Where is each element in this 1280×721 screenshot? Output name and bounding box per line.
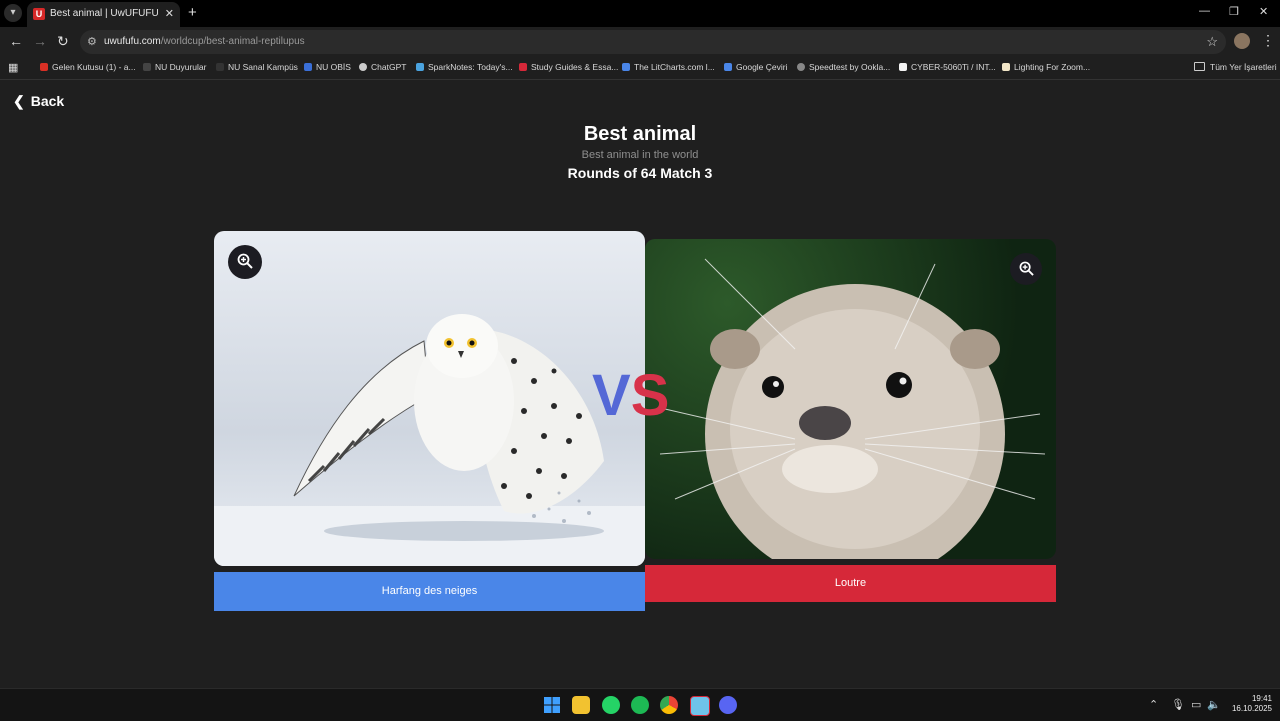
network-icon[interactable]: ▭ <box>1191 698 1201 711</box>
bookmark-item[interactable]: The LitCharts.com l... <box>622 62 715 72</box>
vs-letter-v: V <box>592 363 631 428</box>
windows-start-icon[interactable] <box>543 696 561 714</box>
back-label: Back <box>30 93 65 109</box>
bookmark-item[interactable]: NU OBİS <box>304 62 351 72</box>
bookmark-favicon-icon <box>304 63 312 71</box>
url-host: uwufufu.com <box>104 36 161 47</box>
tab-strip: ▾ U Best animal | UwUFUFU ✕ + — ❐ ✕ <box>0 0 1280 27</box>
bookmark-favicon-icon <box>359 63 367 71</box>
url-text[interactable]: uwufufu.com/worldcup/best-animal-reptilu… <box>104 36 305 47</box>
right-choice-button[interactable]: Loutre <box>645 565 1056 602</box>
browser-menu-icon[interactable]: ⋮ <box>1261 32 1275 49</box>
bookmark-favicon-icon <box>143 63 151 71</box>
folder-icon <box>1194 62 1205 71</box>
bookmark-favicon-icon <box>899 63 907 71</box>
bookmark-favicon-icon <box>519 63 527 71</box>
minimize-icon[interactable]: — <box>1199 5 1210 17</box>
discord-icon[interactable] <box>719 696 737 714</box>
bookmark-item[interactable]: Gelen Kutusu (1) - a... <box>40 62 136 72</box>
bookmark-favicon-icon <box>416 63 424 71</box>
url-path: /worldcup/best-animal-reptilupus <box>160 36 305 47</box>
zoom-in-icon[interactable] <box>1010 253 1042 285</box>
spotify-icon[interactable] <box>631 696 649 714</box>
address-bar[interactable]: ⚙ uwufufu.com/worldcup/best-animal-repti… <box>80 30 1226 54</box>
all-bookmarks-folder[interactable]: Tüm Yer İşaretleri <box>1194 62 1277 72</box>
bookmark-item[interactable]: CYBER-5060Ti / INT... <box>899 62 996 72</box>
file-explorer-icon[interactable] <box>572 696 590 714</box>
site-favicon-icon: U <box>33 8 45 20</box>
right-choice-image[interactable] <box>645 239 1056 559</box>
whatsapp-icon[interactable] <box>602 696 620 714</box>
page-title: Best animal <box>583 123 697 145</box>
volume-icon[interactable]: 🔈 <box>1207 698 1221 711</box>
new-tab-button[interactable]: + <box>188 5 197 20</box>
windows-taskbar: ⌃ 🎙 ▭ 🔈 19:41 16.10.2025 <box>0 688 1280 721</box>
bookmark-item[interactable]: Study Guides & Essa... <box>519 62 618 72</box>
bookmark-item[interactable]: SparkNotes: Today's... <box>416 62 513 72</box>
back-button[interactable]: ❮ Back <box>13 93 64 110</box>
clock-date: 16.10.2025 <box>1231 704 1272 713</box>
left-choice-button[interactable]: Harfang des neiges <box>214 572 645 611</box>
bookmark-item[interactable]: Speedtest by Ookla... <box>797 62 890 72</box>
browser-tab[interactable]: U Best animal | UwUFUFU ✕ <box>27 2 180 27</box>
bookmark-item[interactable]: NU Duyurular <box>143 62 207 72</box>
apps-grid-icon[interactable]: ▦ <box>8 61 18 74</box>
otter-illustration <box>659 258 1046 559</box>
profile-avatar[interactable] <box>1234 33 1250 49</box>
close-tab-icon[interactable]: ✕ <box>165 7 174 20</box>
zoom-in-icon[interactable] <box>228 245 262 279</box>
round-indicator: Rounds of 64 Match 3 <box>567 165 713 181</box>
snowy-owl-illustration <box>214 314 645 566</box>
system-clock[interactable]: 19:41 16.10.2025 <box>1226 694 1272 714</box>
bookmark-favicon-icon <box>724 63 732 71</box>
restore-icon[interactable]: ❐ <box>1229 5 1239 18</box>
bookmark-favicon-icon <box>216 63 224 71</box>
vs-letter-s: S <box>630 363 670 428</box>
chrome-icon[interactable] <box>660 696 678 714</box>
vs-label: VS <box>592 365 669 427</box>
page-subtitle: Best animal in the world <box>581 149 699 161</box>
tab-title: Best animal | UwUFUFU <box>50 8 159 19</box>
bookmark-star-icon[interactable]: ☆ <box>1206 34 1218 50</box>
browser-toolbar: ← → ↻ ⚙ uwufufu.com/worldcup/best-animal… <box>0 27 1280 57</box>
site-info-icon[interactable]: ⚙ <box>87 35 97 48</box>
clock-time: 19:41 <box>1251 694 1272 703</box>
tab-search-icon[interactable]: ▾ <box>4 4 22 22</box>
bookmark-item[interactable]: Google Çeviri <box>724 62 788 72</box>
chevron-left-icon: ❮ <box>13 93 25 109</box>
microphone-icon[interactable]: 🎙 <box>1171 698 1185 711</box>
tray-overflow-icon[interactable]: ⌃ <box>1149 698 1158 711</box>
back-arrow-icon[interactable]: ← <box>9 34 23 48</box>
left-choice-image[interactable] <box>214 231 645 566</box>
bookmark-item[interactable]: NU Sanal Kampüs <box>216 62 298 72</box>
bookmark-favicon-icon <box>622 63 630 71</box>
bookmarks-bar: ▦ Gelen Kutusu (1) - a... NU Duyurular N… <box>0 57 1280 80</box>
forward-arrow-icon[interactable]: → <box>33 34 47 48</box>
bookmark-favicon-icon <box>1002 63 1010 71</box>
close-window-icon[interactable]: ✕ <box>1259 5 1268 18</box>
bookmark-item[interactable]: Lighting For Zoom... <box>1002 62 1090 72</box>
app-f-icon[interactable] <box>690 696 710 716</box>
bookmark-favicon-icon <box>797 63 805 71</box>
bookmark-favicon-icon <box>40 63 48 71</box>
bookmark-item[interactable]: ChatGPT <box>359 62 406 72</box>
reload-icon[interactable]: ↻ <box>57 34 69 48</box>
